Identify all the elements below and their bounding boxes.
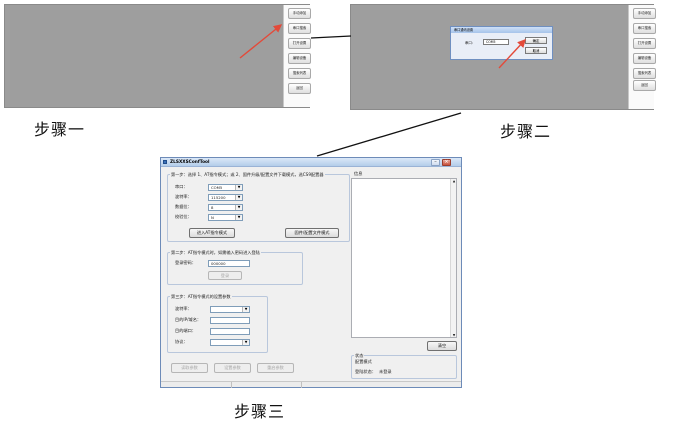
- protocol-label: 协议：: [175, 339, 188, 344]
- status-login-value: 未登录: [379, 369, 392, 374]
- chevron-down-icon: ▼: [235, 215, 242, 220]
- statusbar-divider: [301, 382, 302, 388]
- close-button[interactable]: ×: [442, 159, 451, 166]
- chevron-down-icon: ▼: [235, 195, 242, 200]
- databits-value: 8: [211, 205, 214, 210]
- param-baud-select[interactable]: ▼: [210, 306, 250, 313]
- step3-caption: 步骤三: [234, 402, 286, 421]
- restart-params-button[interactable]: 重启参数: [257, 363, 294, 373]
- step1-group-title: 第一步：选择 1、AT指令模式；或 2、固件升级/配置文件下载模式，选CS9配置…: [170, 172, 325, 177]
- app-icon: [163, 160, 167, 164]
- step2-group: 第二步：AT指令模式时，如需输入密码进入登陆 登录密码： 000000 登录: [167, 250, 303, 285]
- connector-step2-step3: [316, 112, 462, 157]
- step3-group-title: 第三步：AT指令模式的设置参数: [170, 294, 232, 299]
- password-field[interactable]: 000000: [208, 260, 250, 267]
- baud-value: 115200: [211, 195, 226, 200]
- chevron-down-icon: ▼: [235, 205, 242, 210]
- dest-port-label: 目的端口：: [175, 328, 196, 333]
- param-baud-label: 波特率：: [175, 306, 192, 311]
- window-statusbar: [161, 381, 461, 388]
- step3-group: 第三步：AT指令模式的设置参数 波特率： ▼ 目的IP/域名： 目的端口： 协议…: [167, 294, 268, 353]
- dest-ip-label: 目的IP/域名：: [175, 317, 202, 322]
- window-title: ZLSXXSConfTool: [170, 160, 210, 165]
- chevron-down-icon: ▼: [242, 340, 249, 345]
- config-tool-window: ZLSXXSConfTool – × 第一步：选择 1、AT指令模式；或 2、固…: [160, 157, 462, 388]
- password-label: 登录密码：: [175, 260, 196, 265]
- step2-group-title: 第二步：AT指令模式时，如需输入密码进入登陆: [170, 250, 261, 255]
- port-value: COM5: [211, 185, 223, 190]
- read-params-button[interactable]: 读取参数: [171, 363, 208, 373]
- info-title: 信息: [354, 171, 363, 176]
- databits-label: 数据位：: [175, 204, 192, 209]
- port-label: 串口：: [175, 184, 188, 189]
- firmware-mode-button[interactable]: 固件/配置文件模式: [285, 228, 339, 238]
- port-select[interactable]: COM5 ▼: [208, 184, 243, 191]
- statusbar-divider: [231, 382, 232, 388]
- scroll-down-icon[interactable]: ▼: [451, 333, 457, 337]
- window-titlebar: ZLSXXSConfTool – ×: [161, 158, 461, 167]
- enter-at-mode-button[interactable]: 进入AT指令模式: [189, 228, 235, 238]
- dest-ip-field[interactable]: [210, 317, 250, 324]
- status-login-label: 登陆状态：: [355, 369, 376, 374]
- status-group: 状态 配置模式 登陆状态： 未登录: [351, 353, 457, 379]
- databits-select[interactable]: 8 ▼: [208, 204, 243, 211]
- protocol-select[interactable]: ▼: [210, 339, 250, 346]
- baud-select[interactable]: 115200 ▼: [208, 194, 243, 201]
- scroll-up-icon[interactable]: ▲: [451, 179, 457, 183]
- parity-label: 校验位：: [175, 214, 192, 219]
- set-params-button[interactable]: 设置参数: [214, 363, 251, 373]
- step2-red-arrow: [498, 38, 526, 69]
- connector-step1-step2: [310, 35, 352, 39]
- chevron-down-icon: ▼: [235, 185, 242, 190]
- parity-value: N: [211, 215, 214, 220]
- step1-red-arrow: [239, 24, 283, 59]
- minimize-button[interactable]: –: [431, 159, 440, 166]
- parity-select[interactable]: N ▼: [208, 214, 243, 221]
- password-value: 000000: [211, 261, 226, 266]
- dest-port-field[interactable]: [210, 328, 250, 335]
- info-scrollbar[interactable]: ▲ ▼: [450, 179, 456, 337]
- baud-label: 波特率：: [175, 194, 192, 199]
- step1-group: 第一步：选择 1、AT指令模式；或 2、固件升级/配置文件下载模式，选CS9配置…: [167, 172, 350, 242]
- chevron-down-icon: ▼: [242, 307, 249, 312]
- clear-button[interactable]: 清空: [427, 341, 457, 351]
- status-title: 状态: [354, 353, 365, 358]
- status-mode: 配置模式: [355, 359, 372, 364]
- info-log-box[interactable]: ▲ ▼: [351, 178, 457, 338]
- login-button[interactable]: 登录: [208, 271, 242, 280]
